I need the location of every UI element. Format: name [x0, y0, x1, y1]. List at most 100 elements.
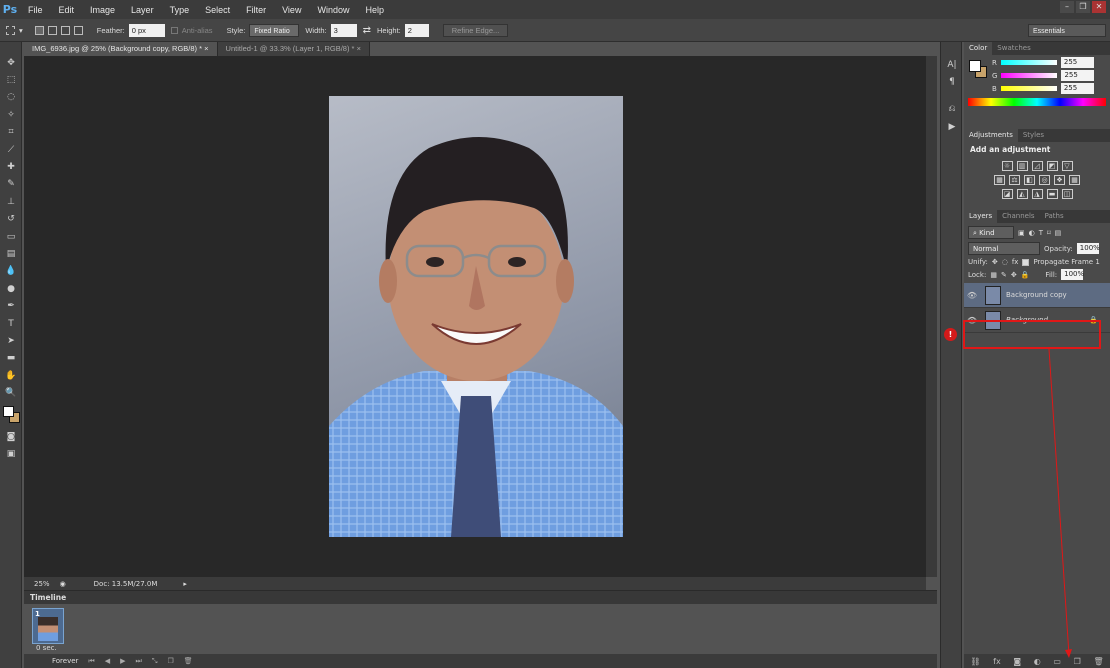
filter-shape-icon[interactable]: ⌑: [1047, 229, 1051, 237]
color-lookup-icon[interactable]: ▦: [1069, 175, 1080, 185]
minimize-icon[interactable]: –: [1060, 1, 1074, 13]
tab-channels[interactable]: Channels: [997, 210, 1039, 223]
path-selection-icon[interactable]: ➤: [0, 332, 22, 349]
green-bar[interactable]: [1001, 73, 1058, 78]
filter-smart-icon[interactable]: ▤: [1055, 229, 1062, 237]
refine-edge-button[interactable]: Refine Edge...: [442, 23, 509, 37]
status-menu-icon[interactable]: ◉: [60, 580, 66, 588]
play-icon[interactable]: ▶: [120, 657, 125, 665]
character-panel-icon[interactable]: A|: [941, 56, 963, 73]
menu-window[interactable]: Window: [309, 5, 357, 15]
close-icon[interactable]: ×: [204, 44, 208, 53]
vibrance-icon[interactable]: ▽: [1061, 161, 1073, 171]
threshold-icon[interactable]: ◮: [1031, 189, 1043, 199]
dodge-tool-icon[interactable]: ●: [0, 280, 22, 297]
timeline-frame[interactable]: 1: [32, 608, 64, 644]
green-value[interactable]: 255: [1061, 70, 1095, 81]
selective-color-icon[interactable]: ◫: [1061, 189, 1073, 199]
marquee-tool-icon[interactable]: ⬚: [0, 71, 22, 88]
photo-filter-icon[interactable]: ◎: [1039, 175, 1050, 185]
color-swatches[interactable]: [0, 402, 21, 428]
quick-mask-icon[interactable]: ◙: [0, 428, 22, 445]
blue-slider[interactable]: B 255: [992, 83, 1110, 94]
restore-icon[interactable]: ❐: [1076, 1, 1090, 13]
height-input[interactable]: 2: [404, 23, 429, 37]
loop-select[interactable]: Forever: [52, 657, 78, 665]
timeline-title[interactable]: Timeline: [30, 593, 66, 602]
workspace-select[interactable]: Essentials: [1028, 23, 1106, 37]
tab-paths[interactable]: Paths: [1040, 210, 1069, 223]
invert-icon[interactable]: ◪: [1001, 189, 1013, 199]
history-brush-icon[interactable]: ↺: [0, 211, 22, 228]
hue-saturation-icon[interactable]: ▦: [994, 175, 1005, 185]
menu-select[interactable]: Select: [197, 5, 238, 15]
history-panel-icon[interactable]: ⎌: [941, 101, 963, 118]
lasso-tool-icon[interactable]: ◌: [0, 89, 22, 106]
lock-position-icon[interactable]: ✥: [1011, 271, 1017, 279]
delete-frame-icon[interactable]: 🗑: [184, 657, 193, 665]
canvas-vertical-scrollbar[interactable]: [926, 56, 937, 577]
tab-layers[interactable]: Layers: [964, 210, 998, 223]
next-frame-icon[interactable]: ⏭: [136, 657, 142, 666]
red-value[interactable]: 255: [1060, 57, 1094, 68]
levels-icon[interactable]: ▥: [1016, 161, 1028, 171]
eye-icon[interactable]: 👁: [964, 291, 980, 300]
menu-type[interactable]: Type: [162, 5, 198, 15]
layer-row-background-copy[interactable]: 👁 Background copy: [964, 283, 1110, 308]
move-tool-icon[interactable]: ✥: [0, 54, 22, 71]
menu-filter[interactable]: Filter: [238, 5, 274, 15]
color-balance-icon[interactable]: ⚖: [1009, 175, 1020, 185]
zoom-tool-icon[interactable]: 🔍: [0, 384, 22, 401]
lock-all-icon[interactable]: 🔒: [1021, 271, 1030, 279]
hand-tool-icon[interactable]: ✋: [0, 367, 22, 384]
menu-image[interactable]: Image: [82, 5, 123, 15]
tab-adjustments[interactable]: Adjustments: [964, 129, 1018, 142]
shape-tool-icon[interactable]: ▬: [0, 350, 22, 367]
fill-input[interactable]: 100%: [1061, 269, 1084, 280]
style-select[interactable]: Fixed Ratio: [249, 23, 300, 37]
delete-layer-icon[interactable]: 🗑: [1093, 657, 1103, 666]
foreground-color-swatch[interactable]: [3, 405, 14, 417]
link-layers-icon[interactable]: ⛓: [970, 657, 980, 666]
new-selection-icon[interactable]: [34, 25, 44, 35]
menu-layer[interactable]: Layer: [123, 5, 162, 15]
tab-styles[interactable]: Styles: [1018, 129, 1049, 142]
tab-untitled-1[interactable]: Untitled-1 @ 33.3% (Layer 1, RGB/8) * ×: [217, 42, 370, 56]
layer-name[interactable]: Background copy: [1006, 291, 1067, 299]
menu-help[interactable]: Help: [357, 5, 392, 15]
filter-type-icon[interactable]: T: [1039, 229, 1043, 237]
eyedropper-icon[interactable]: ⟋: [0, 141, 22, 158]
zoom-level[interactable]: 25%: [34, 580, 50, 588]
duplicate-frame-icon[interactable]: ❐: [167, 657, 173, 665]
black-white-icon[interactable]: ◧: [1024, 175, 1035, 185]
layer-kind-select[interactable]: ⌕ Kind: [968, 226, 1014, 239]
frame-delay[interactable]: 0 sec.: [36, 644, 57, 652]
subtract-selection-icon[interactable]: [60, 25, 70, 35]
propagate-checkbox[interactable]: [1022, 258, 1030, 266]
fg-color-chip[interactable]: [969, 60, 981, 72]
eraser-icon[interactable]: ▭: [0, 228, 22, 245]
pen-tool-icon[interactable]: ✒: [0, 297, 22, 314]
tween-icon[interactable]: ⤡: [152, 657, 158, 666]
brightness-icon[interactable]: ☼: [1001, 161, 1013, 171]
new-layer-icon[interactable]: ❐: [1074, 657, 1081, 666]
clone-stamp-icon[interactable]: ⊥: [0, 193, 22, 210]
menu-view[interactable]: View: [274, 5, 309, 15]
opacity-input[interactable]: 100%: [1076, 243, 1100, 254]
close-icon[interactable]: ✕: [1092, 1, 1106, 13]
close-icon[interactable]: ×: [357, 44, 361, 53]
type-tool-icon[interactable]: T: [0, 315, 22, 332]
unify-visibility-icon[interactable]: ◌: [1002, 258, 1008, 266]
width-input[interactable]: 3: [330, 23, 357, 37]
magic-wand-icon[interactable]: ✧: [0, 106, 22, 123]
swap-icon[interactable]: ⇄: [363, 25, 371, 36]
green-slider[interactable]: G 255: [992, 70, 1110, 81]
blue-value[interactable]: 255: [1060, 83, 1094, 94]
feather-input[interactable]: 0 px: [128, 23, 165, 37]
gradient-tool-icon[interactable]: ▤: [0, 245, 22, 262]
filter-pixel-icon[interactable]: ▣: [1018, 229, 1025, 237]
tab-color[interactable]: Color: [964, 42, 993, 55]
add-mask-icon[interactable]: ◙: [1013, 657, 1021, 666]
brush-tool-icon[interactable]: ✎: [0, 176, 22, 193]
channel-mixer-icon[interactable]: ❖: [1054, 175, 1065, 185]
